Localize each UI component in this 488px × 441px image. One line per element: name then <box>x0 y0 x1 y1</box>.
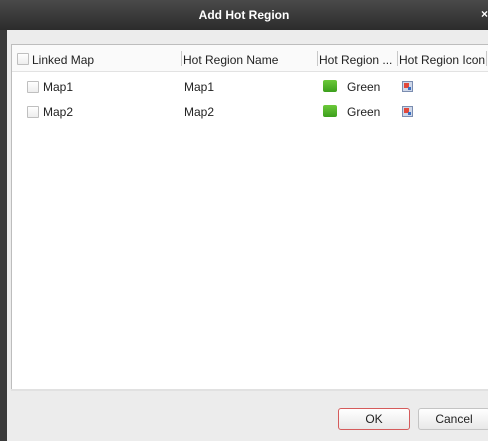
table-row[interactable]: Map2 Map2 Green <box>12 101 488 122</box>
column-separator[interactable] <box>181 51 182 66</box>
dialog-title: Add Hot Region <box>198 8 290 22</box>
header-linked-map[interactable]: Linked Map <box>32 53 94 67</box>
header-hot-region-icon[interactable]: Hot Region Icon <box>399 53 485 67</box>
color-swatch[interactable] <box>323 80 337 92</box>
ok-button[interactable]: OK <box>338 408 410 430</box>
header-hot-region-name[interactable]: Hot Region Name <box>183 53 278 67</box>
linked-map-cell: Map1 <box>43 80 74 94</box>
window-frame-edge <box>0 30 7 441</box>
dialog-titlebar: Add Hot Region × <box>0 0 488 30</box>
column-separator[interactable] <box>317 51 318 66</box>
color-name-cell: Green <box>347 105 381 119</box>
linked-map-cell: Map2 <box>43 105 74 119</box>
color-swatch[interactable] <box>323 105 337 117</box>
select-all-checkbox[interactable] <box>17 53 29 65</box>
color-name-cell: Green <box>347 80 381 94</box>
column-separator[interactable] <box>397 51 398 66</box>
hot-region-name-cell: Map2 <box>184 105 215 119</box>
hot-region-table: Linked Map Hot Region Name Hot Region ..… <box>11 44 488 390</box>
row-checkbox[interactable] <box>27 106 39 118</box>
hot-region-picture-icon[interactable] <box>402 81 413 92</box>
hot-region-picture-icon[interactable] <box>402 106 413 117</box>
horizontal-scrollbar[interactable] <box>11 389 488 391</box>
cancel-button[interactable]: Cancel <box>418 408 488 430</box>
hot-region-name-cell: Map1 <box>184 80 215 94</box>
close-icon[interactable]: × <box>481 7 488 21</box>
row-checkbox[interactable] <box>27 81 39 93</box>
table-row[interactable]: Map1 Map1 Green <box>12 76 488 97</box>
table-header: Linked Map Hot Region Name Hot Region ..… <box>12 45 488 72</box>
header-hot-region-color[interactable]: Hot Region ... <box>319 53 392 67</box>
column-separator[interactable] <box>486 51 487 66</box>
